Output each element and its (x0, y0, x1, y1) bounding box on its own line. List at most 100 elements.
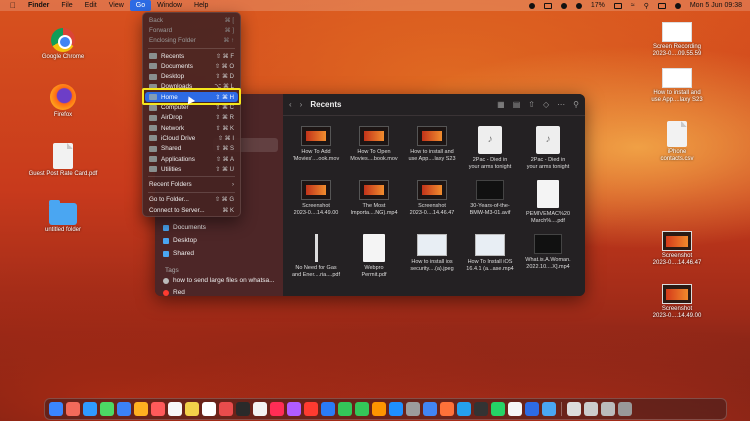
go-menu-item-go-to-folder[interactable]: Go to Folder... ⇧ ⌘ G (143, 195, 240, 205)
file-item[interactable]: How to install and use App....laxy S23 (403, 126, 461, 174)
dock-app-icon[interactable] (134, 402, 148, 416)
menu-finder[interactable]: Finder (22, 2, 55, 9)
desktop-item-pdf[interactable]: Guest Post Rate Card.pdf (28, 143, 98, 178)
sidebar-item-shared[interactable]: Shared (163, 250, 194, 257)
sidebar-item-documents[interactable]: Documents (163, 224, 206, 231)
search-icon[interactable]: ⚲ (573, 100, 579, 109)
go-menu-item-airdrop[interactable]: AirDrop ⇧ ⌘ R (143, 113, 240, 123)
dock-app-icon[interactable] (202, 402, 216, 416)
dock-app-icon[interactable] (355, 402, 369, 416)
dock-app-icon[interactable] (100, 402, 114, 416)
sidebar-tag-whatsapp[interactable]: how to send large files on whatsa... (163, 277, 275, 284)
file-item[interactable]: How To Install iOS 16.4.1 (a...ase.mp4 (461, 234, 519, 282)
view-grid-icon[interactable]: ▦ (497, 100, 505, 109)
sidebar-item-desktop[interactable]: Desktop (163, 237, 197, 244)
dock-app-icon[interactable] (236, 402, 250, 416)
apple-menu-icon[interactable]:  (10, 1, 22, 10)
more-icon[interactable]: ⋯ (557, 100, 565, 109)
dock-app-icon[interactable] (270, 402, 284, 416)
battery-icon[interactable] (613, 2, 622, 9)
back-icon[interactable]: ‹ (289, 100, 292, 109)
file-item[interactable]: What.is.A.Woman. 2022.10....X].mp4 (519, 234, 577, 282)
dock-app-icon[interactable] (253, 402, 267, 416)
forward-icon[interactable]: › (300, 100, 303, 109)
dock-app-icon[interactable] (304, 402, 318, 416)
desktop-item-firefox[interactable]: Firefox (28, 84, 98, 119)
dock-app-icon[interactable] (372, 402, 386, 416)
desktop-item-folder[interactable]: untitled folder (28, 200, 98, 234)
go-menu-item-recents[interactable]: Recents ⇧ ⌘ F (143, 51, 240, 61)
search-icon[interactable]: ⚲ (644, 2, 649, 10)
dock-app-icon[interactable] (151, 402, 165, 416)
file-item[interactable]: Screenshot 2023-0....14.46.47 (403, 180, 461, 228)
dock-app-icon[interactable] (423, 402, 437, 416)
dock-app-icon[interactable] (584, 402, 598, 416)
file-item[interactable]: PEMIVEMAC%20 March%....pdf (519, 180, 577, 228)
menu-help[interactable]: Help (188, 2, 214, 9)
menu-file[interactable]: File (55, 2, 78, 9)
desktop-item-screen-recording[interactable]: Screen Recording 2023-0....09.55.59 (642, 22, 712, 58)
dock-app-icon[interactable] (457, 402, 471, 416)
dock-app-icon[interactable] (491, 402, 505, 416)
menu-view[interactable]: View (103, 2, 130, 9)
go-menu-item-utilities[interactable]: Utilities ⇧ ⌘ U (143, 164, 240, 174)
dock-app-icon[interactable] (389, 402, 403, 416)
desktop-item-csv[interactable]: iPhone contacts.csv (642, 121, 712, 163)
dock-app-icon[interactable] (406, 402, 420, 416)
file-item[interactable]: 30-Years-of-the- BMW-M3-01.avif (461, 180, 519, 228)
file-item[interactable]: How To Open Movies....book.mov (345, 126, 403, 174)
dock-app-icon[interactable] (567, 402, 581, 416)
share-icon[interactable]: ⇧ (528, 100, 535, 109)
file-item[interactable]: ♪ 2Pac - Died in your arms tonight (461, 126, 519, 174)
screen-icon[interactable] (543, 2, 552, 9)
go-menu-item-desktop[interactable]: Desktop ⇧ ⌘ D (143, 71, 240, 81)
tag-icon[interactable]: ◇ (543, 100, 549, 109)
dock-app-icon[interactable] (525, 402, 539, 416)
go-menu-item-icloud-drive[interactable]: iCloud Drive ⇧ ⌘ I (143, 133, 240, 143)
menu-edit[interactable]: Edit (79, 2, 103, 9)
dock-app-icon[interactable] (508, 402, 522, 416)
menu-window[interactable]: Window (151, 2, 188, 9)
dock-app-icon[interactable] (168, 402, 182, 416)
dock-app-icon[interactable] (618, 402, 632, 416)
wifi-icon[interactable]: ≈ (631, 2, 635, 9)
desktop-item-screenshot-1[interactable]: Screenshot 2023-0....14.46.47 (642, 231, 712, 267)
dock-app-icon[interactable] (49, 402, 63, 416)
file-item[interactable]: Screenshot 2023-0....14.49.00 (287, 180, 345, 228)
file-item[interactable]: No Need for Gas and Ener....ria....pdf (287, 234, 345, 282)
dock-app-icon[interactable] (219, 402, 233, 416)
dock-app-icon[interactable] (185, 402, 199, 416)
dock-app-icon[interactable] (601, 402, 615, 416)
file-item[interactable]: ♪ 2Pac - Died in your arms tonight (519, 126, 577, 174)
dock-app-icon[interactable] (338, 402, 352, 416)
file-item[interactable]: Webpro Permit.pdf (345, 234, 403, 282)
file-item[interactable]: The Most Importa....NG).mp4 (345, 180, 403, 228)
go-menu-item-connect-to-server[interactable]: Connect to Server... ⌘ K (143, 205, 240, 215)
dock-app-icon[interactable] (321, 402, 335, 416)
file-item[interactable]: How to install ios security....(a).jpeg (403, 234, 461, 282)
dock-app-icon[interactable] (287, 402, 301, 416)
sidebar-tag-red[interactable]: Red (163, 289, 185, 296)
dock-app-icon[interactable] (440, 402, 454, 416)
dock-app-icon[interactable] (542, 402, 556, 416)
control-center-icon[interactable] (657, 2, 666, 9)
go-menu-item-applications[interactable]: Applications ⇧ ⌘ A (143, 154, 240, 164)
desktop-item-video[interactable]: How to install and use App....laxy S23 (642, 68, 712, 104)
go-menu-item-shared[interactable]: Shared ⇧ ⌘ S (143, 144, 240, 154)
dock-app-icon[interactable] (474, 402, 488, 416)
go-menu-item-network[interactable]: Network ⇧ ⌘ K (143, 123, 240, 133)
dock-app-icon[interactable] (83, 402, 97, 416)
menu-go[interactable]: Go (129, 0, 152, 11)
desktop-item-screenshot-2[interactable]: Screenshot 2023-0....14.49.00 (642, 284, 712, 320)
record-icon[interactable] (528, 2, 535, 9)
bluetooth-icon[interactable] (560, 2, 567, 9)
desktop-item-chrome[interactable]: Google Chrome (28, 28, 98, 61)
play-icon[interactable] (575, 2, 582, 9)
dock-app-icon[interactable] (66, 402, 80, 416)
go-menu-item-recent-folders[interactable]: Recent Folders › (143, 179, 240, 189)
file-item[interactable]: How To Add 'Movies'....ook.mov (287, 126, 345, 174)
clock[interactable]: Mon 5 Jun 09:38 (690, 2, 742, 9)
siri-icon[interactable] (674, 2, 681, 9)
dock-app-icon[interactable] (117, 402, 131, 416)
group-icon[interactable]: ▤ (513, 100, 521, 109)
